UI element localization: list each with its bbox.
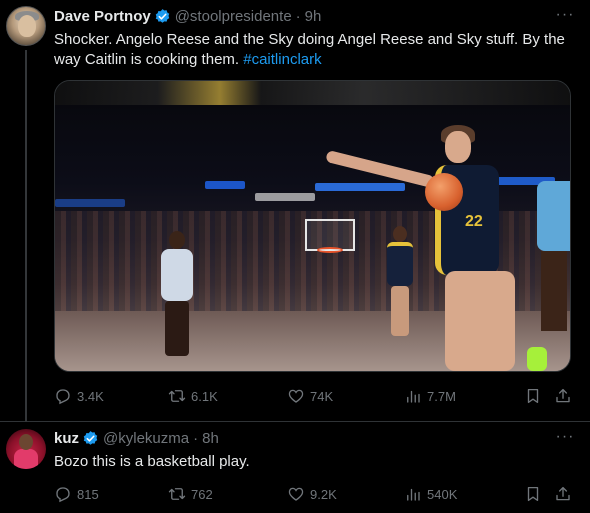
like-button[interactable]: 9.2K [287, 484, 337, 504]
bookmark-button[interactable] [524, 484, 547, 504]
timestamp[interactable]: 8h [202, 430, 219, 447]
more-icon[interactable]: ··· [554, 7, 576, 26]
hoop-rim [317, 247, 343, 253]
player-body [537, 181, 570, 251]
reply-button[interactable]: 3.4K [54, 386, 104, 406]
player-body [161, 249, 193, 301]
header-separator: · [295, 8, 301, 25]
player-shoe [527, 347, 547, 371]
arena-ribbon-board [315, 183, 405, 191]
avatar[interactable] [6, 429, 46, 469]
views-button[interactable]: 7.7M [404, 386, 456, 406]
header-separator: · [193, 430, 199, 447]
player-legs [541, 251, 567, 331]
reply-button[interactable]: 815 [54, 484, 99, 504]
author-name[interactable]: Dave Portnoy [54, 8, 151, 25]
repost-count: 762 [191, 486, 213, 502]
tweet-header: Dave Portnoy @stoolpresidente · 9h [54, 8, 321, 25]
repost-icon [168, 488, 186, 500]
tweet-media-image[interactable]: 22 [54, 80, 571, 372]
avatar-face [18, 15, 36, 37]
player-legs [391, 286, 409, 336]
arena-lights [55, 81, 570, 105]
tweet-header: kuz @kylekuzma · 8h [54, 430, 219, 447]
hashtag-link[interactable]: #caitlinclark [243, 51, 321, 68]
like-icon [288, 487, 304, 501]
player-body [387, 242, 413, 286]
share-button[interactable] [554, 484, 577, 504]
avatar-jersey [14, 449, 38, 469]
basketball [425, 173, 463, 211]
like-count: 74K [310, 388, 334, 404]
author-handle[interactable]: @stoolpresidente [175, 8, 292, 25]
bookmark-icon [527, 486, 539, 502]
views-button[interactable]: 540K [404, 484, 457, 504]
author-handle[interactable]: @kylekuzma [103, 430, 189, 447]
reply-count: 3.4K [77, 388, 104, 404]
like-icon [288, 389, 304, 403]
avatar[interactable] [6, 6, 46, 46]
player-head [393, 226, 407, 242]
like-button[interactable]: 74K [287, 386, 333, 406]
view-count: 7.7M [427, 388, 456, 404]
tweet-text: Bozo this is a basketball play. [54, 453, 250, 470]
share-icon [556, 486, 570, 501]
like-count: 9.2K [310, 486, 337, 502]
thread-connector [25, 50, 27, 422]
player-legs [165, 301, 189, 356]
repost-icon [168, 390, 186, 402]
view-count: 540K [427, 486, 458, 502]
views-icon [407, 488, 420, 501]
share-icon [556, 388, 570, 403]
repost-button[interactable]: 6.1K [168, 386, 218, 406]
avatar-face [19, 434, 33, 450]
arena-ribbon-board [55, 199, 125, 207]
repost-button[interactable]: 762 [168, 484, 213, 504]
tweet-actions: 815 762 9.2K 540K [54, 484, 574, 504]
author-name[interactable]: kuz [54, 430, 79, 447]
tweet-actions: 3.4K 6.1K 74K 7.7M [54, 386, 574, 406]
player-edge [537, 181, 570, 331]
verified-badge-icon[interactable] [82, 430, 99, 447]
tweet-portnoy[interactable]: Dave Portnoy @stoolpresidente · 9h ··· S… [0, 0, 590, 422]
verified-badge-icon[interactable] [154, 8, 171, 25]
arena-ribbon-board [255, 193, 315, 201]
more-icon[interactable]: ··· [554, 429, 576, 448]
reply-icon [56, 389, 70, 405]
tweet-text: Shocker. Angelo Reese and the Sky doing … [54, 30, 574, 70]
repost-count: 6.1K [191, 388, 218, 404]
bookmark-icon [527, 388, 539, 404]
player-head [445, 131, 471, 163]
player-sky [155, 231, 197, 356]
player-head [169, 231, 185, 249]
timestamp[interactable]: 9h [305, 8, 322, 25]
jersey-number: 22 [465, 213, 483, 230]
share-button[interactable] [554, 386, 577, 406]
reply-icon [56, 487, 70, 503]
player-legs [445, 271, 515, 371]
player-fever-background [385, 226, 415, 336]
reply-count: 815 [77, 486, 99, 502]
bookmark-button[interactable] [524, 386, 547, 406]
views-icon [407, 390, 420, 403]
arena-ribbon-board [205, 181, 245, 189]
